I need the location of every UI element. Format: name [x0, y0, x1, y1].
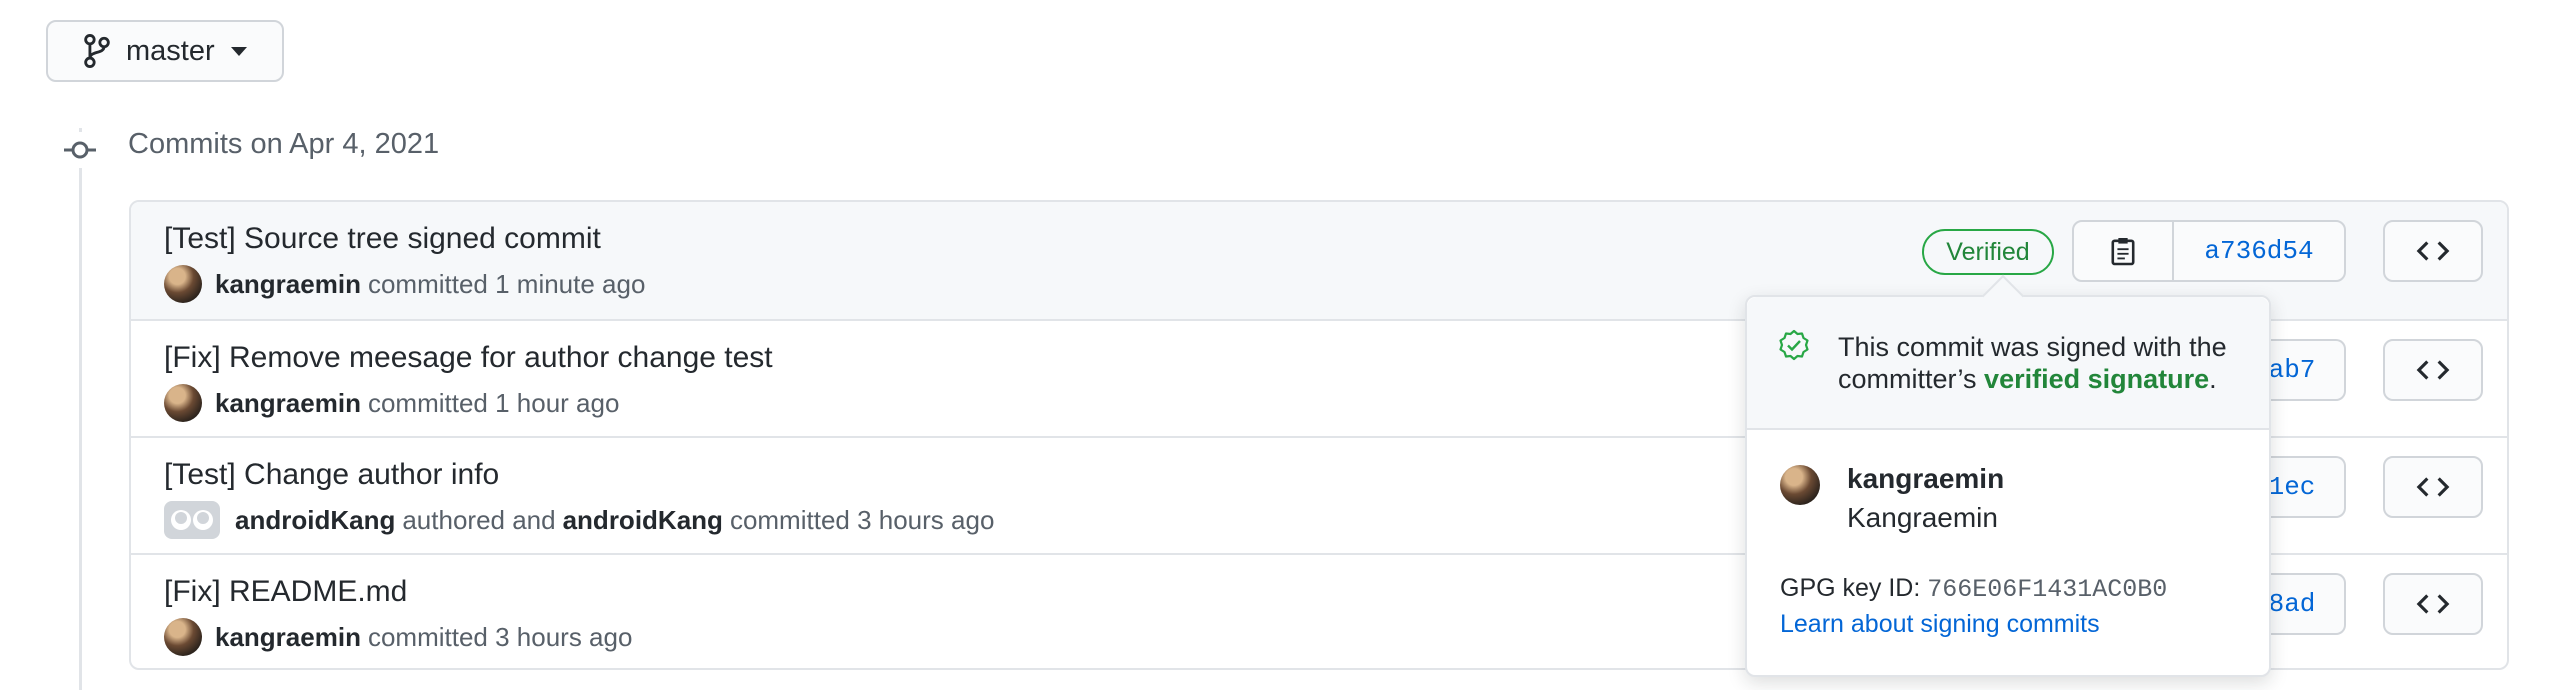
code-icon [2416, 241, 2450, 261]
verified-badge[interactable]: Verified [1922, 229, 2054, 275]
branch-label: master [126, 34, 215, 67]
commit-meta: androidKang authored and androidKang com… [164, 500, 994, 540]
commit-title-link[interactable]: [Test] Change author info [164, 458, 499, 492]
git-commit-icon [62, 132, 98, 168]
browse-code-button[interactable] [2383, 339, 2483, 401]
verified-signature-link[interactable]: verified signature [1984, 364, 2209, 394]
code-icon [2416, 594, 2450, 614]
commit-author-link[interactable]: kangraemin [215, 269, 361, 300]
avatar[interactable] [164, 265, 202, 303]
signer-name: Kangraemin [1847, 502, 1998, 533]
gpg-key-value: 766E06F1431AC0B0 [1927, 575, 2168, 604]
browse-code-button[interactable] [2383, 456, 2483, 518]
github-avatar-icon[interactable] [164, 501, 220, 539]
commit-meta: kangraemin committed 1 hour ago [164, 383, 619, 423]
avatar[interactable] [1780, 465, 1820, 505]
chevron-down-icon [230, 46, 247, 56]
learn-signing-link[interactable]: Learn about signing commits [1780, 610, 2100, 639]
avatar[interactable] [164, 384, 202, 422]
commit-committer-link[interactable]: androidKang [563, 505, 723, 536]
commit-meta: kangraemin committed 1 minute ago [164, 264, 645, 304]
commit-title-link[interactable]: [Test] Source tree signed commit [164, 222, 601, 256]
sha-button-group: a736d54 [2072, 220, 2346, 282]
timeline-line [79, 128, 82, 690]
commit-meta: kangraemin committed 3 hours ago [164, 617, 632, 657]
signature-message: This commit was signed with the committe… [1838, 331, 2258, 395]
commit-author-link[interactable]: kangraemin [215, 622, 361, 653]
branch-select-button[interactable]: master [46, 20, 284, 82]
gpg-key-id: GPG key ID: 766E06F1431AC0B0 [1780, 574, 2167, 604]
signature-message-end: . [2209, 364, 2217, 394]
commit-time: committed 1 hour ago [367, 387, 620, 418]
copy-sha-button[interactable] [2074, 222, 2174, 280]
code-icon [2416, 360, 2450, 380]
commit-time: committed 1 minute ago [367, 268, 646, 299]
browse-code-button[interactable] [2383, 220, 2483, 282]
commit-author-link[interactable]: kangraemin [215, 388, 361, 419]
commit-group-title: Commits on Apr 4, 2021 [128, 128, 440, 160]
commit-title-link[interactable]: [Fix] README.md [164, 575, 407, 609]
clipboard-icon [2111, 238, 2135, 266]
git-branch-icon [84, 34, 110, 68]
gpg-key-label: GPG key ID: [1780, 574, 1921, 602]
popover-header: This commit was signed with the committe… [1747, 297, 2269, 430]
browse-code-button[interactable] [2383, 573, 2483, 635]
commit-time: committed 3 hours ago [367, 621, 633, 652]
check-circle-icon [1779, 329, 1809, 361]
avatar[interactable] [164, 618, 202, 656]
code-icon [2416, 477, 2450, 497]
commit-time: committed 3 hours ago [729, 504, 995, 535]
commit-title-link[interactable]: [Fix] Remove meesage for author change t… [164, 341, 773, 375]
commit-sha-link[interactable]: a736d54 [2174, 222, 2344, 280]
signer-login-link[interactable]: kangraemin [1847, 463, 2004, 495]
commit-meta-text: authored and [402, 504, 556, 535]
commit-author-link[interactable]: androidKang [235, 505, 395, 536]
signature-popover: This commit was signed with the committe… [1745, 274, 2271, 677]
